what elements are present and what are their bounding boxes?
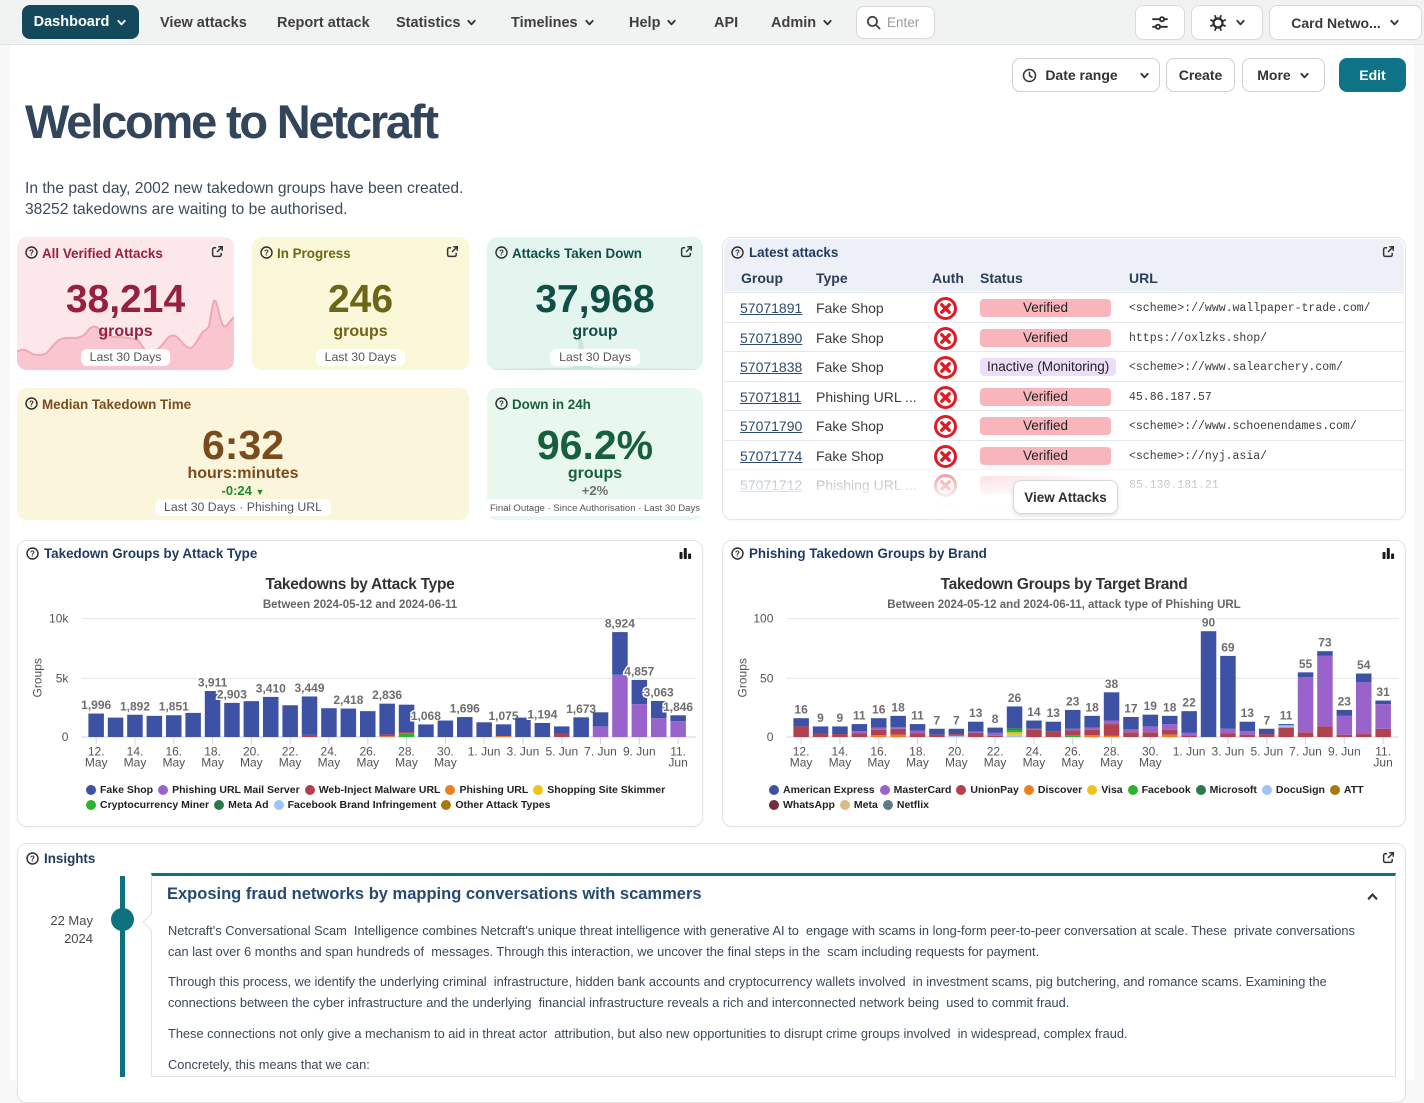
svg-text:?: ? — [499, 399, 504, 408]
svg-text:1,194: 1,194 — [527, 708, 557, 722]
svg-text:23: 23 — [1338, 695, 1352, 709]
svg-text:Groups: Groups — [735, 658, 749, 697]
svg-text:7. Jun: 7. Jun — [584, 745, 617, 759]
svg-text:13: 13 — [1047, 706, 1061, 720]
svg-text:90: 90 — [1202, 616, 1216, 630]
svg-text:1. Jun: 1. Jun — [1173, 745, 1206, 759]
svg-text:May: May — [829, 756, 852, 770]
svg-text:May: May — [906, 756, 929, 770]
svg-text:11: 11 — [853, 709, 866, 723]
svg-text:17: 17 — [1124, 702, 1138, 716]
svg-text:100: 100 — [753, 612, 773, 626]
svg-text:?: ? — [29, 248, 34, 257]
svg-text:7. Jun: 7. Jun — [1289, 745, 1322, 759]
svg-text:May: May — [867, 756, 890, 770]
svg-text:23: 23 — [1066, 695, 1080, 709]
svg-text:1,673: 1,673 — [566, 702, 596, 716]
svg-text:3. Jun: 3. Jun — [1212, 745, 1245, 759]
svg-text:7: 7 — [953, 713, 960, 727]
svg-text:16: 16 — [872, 703, 886, 717]
svg-text:9. Jun: 9. Jun — [1328, 745, 1361, 759]
svg-text:4,857: 4,857 — [624, 664, 654, 678]
svg-text:3,063: 3,063 — [644, 686, 674, 700]
svg-text:10k: 10k — [49, 612, 69, 626]
svg-text:May: May — [279, 756, 302, 770]
svg-text:3. Jun: 3. Jun — [507, 745, 540, 759]
svg-text:14: 14 — [1027, 705, 1041, 719]
svg-text:26: 26 — [1008, 691, 1022, 705]
svg-text:13: 13 — [969, 706, 983, 720]
svg-text:May: May — [1100, 756, 1123, 770]
svg-text:May: May — [945, 756, 968, 770]
svg-text:1,851: 1,851 — [159, 700, 189, 714]
svg-text:?: ? — [29, 399, 34, 408]
svg-text:16: 16 — [794, 703, 808, 717]
svg-text:9: 9 — [817, 711, 824, 725]
svg-text:8: 8 — [992, 712, 999, 726]
svg-text:1. Jun: 1. Jun — [468, 745, 501, 759]
svg-text:8,924: 8,924 — [605, 617, 635, 631]
svg-text:?: ? — [30, 549, 35, 558]
svg-text:55: 55 — [1299, 657, 1313, 671]
svg-text:?: ? — [264, 248, 269, 257]
svg-text:2,836: 2,836 — [372, 688, 402, 702]
svg-text:0: 0 — [62, 730, 69, 744]
svg-text:?: ? — [30, 854, 35, 863]
svg-text:18: 18 — [1085, 700, 1099, 714]
svg-text:18: 18 — [891, 700, 905, 714]
svg-text:5k: 5k — [56, 671, 70, 685]
svg-text:7: 7 — [934, 713, 941, 727]
svg-text:May: May — [1061, 756, 1084, 770]
svg-text:Groups: Groups — [30, 658, 44, 697]
svg-text:?: ? — [735, 248, 740, 257]
svg-text:May: May — [395, 756, 418, 770]
svg-text:Jun: Jun — [1373, 756, 1392, 770]
svg-text:May: May — [984, 756, 1007, 770]
svg-text:11: 11 — [1280, 709, 1293, 723]
svg-text:7: 7 — [1263, 713, 1270, 727]
svg-text:?: ? — [499, 248, 504, 257]
svg-text:1,996: 1,996 — [81, 698, 111, 712]
svg-text:2,903: 2,903 — [217, 687, 247, 701]
svg-text:54: 54 — [1357, 658, 1371, 672]
svg-text:1,846: 1,846 — [663, 700, 693, 714]
svg-text:9: 9 — [837, 711, 844, 725]
svg-text:May: May — [434, 756, 457, 770]
svg-text:18: 18 — [1163, 700, 1177, 714]
svg-text:5. Jun: 5. Jun — [1250, 745, 1283, 759]
svg-text:May: May — [124, 756, 147, 770]
svg-text:38: 38 — [1105, 677, 1119, 691]
svg-text:May: May — [85, 756, 108, 770]
svg-text:0: 0 — [767, 730, 774, 744]
svg-text:13: 13 — [1241, 706, 1255, 720]
svg-text:May: May — [790, 756, 813, 770]
svg-text:May: May — [356, 756, 379, 770]
svg-text:2,418: 2,418 — [333, 693, 363, 707]
svg-text:Jun: Jun — [668, 756, 687, 770]
svg-text:22: 22 — [1182, 696, 1196, 710]
svg-text:50: 50 — [760, 671, 774, 685]
svg-text:19: 19 — [1144, 699, 1158, 713]
svg-text:1,696: 1,696 — [450, 702, 480, 716]
svg-text:May: May — [1023, 756, 1046, 770]
svg-text:3,449: 3,449 — [294, 681, 324, 695]
svg-text:?: ? — [735, 549, 740, 558]
svg-text:May: May — [162, 756, 185, 770]
svg-text:May: May — [1139, 756, 1162, 770]
svg-text:1,892: 1,892 — [120, 699, 150, 713]
svg-text:May: May — [318, 756, 341, 770]
svg-text:May: May — [201, 756, 224, 770]
svg-text:11: 11 — [911, 709, 924, 723]
svg-text:31: 31 — [1376, 685, 1390, 699]
svg-text:69: 69 — [1221, 640, 1235, 654]
svg-text:3,410: 3,410 — [256, 681, 286, 695]
svg-text:5. Jun: 5. Jun — [545, 745, 578, 759]
svg-text:73: 73 — [1318, 636, 1332, 650]
svg-text:1,075: 1,075 — [488, 709, 518, 723]
svg-text:9. Jun: 9. Jun — [623, 745, 656, 759]
svg-text:1,068: 1,068 — [411, 709, 441, 723]
svg-text:May: May — [240, 756, 263, 770]
